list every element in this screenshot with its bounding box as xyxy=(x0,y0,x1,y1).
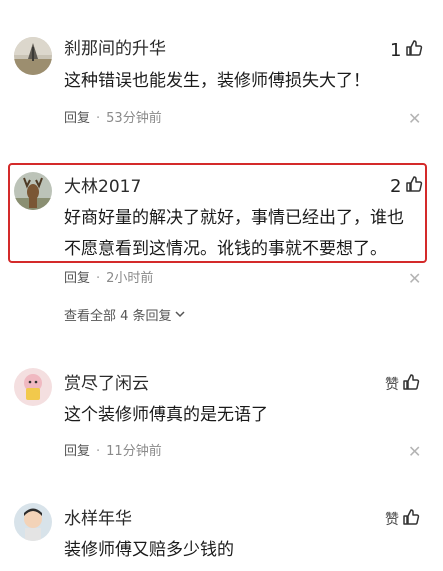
avatar[interactable] xyxy=(14,368,52,406)
reply-button[interactable]: 回复 xyxy=(64,444,90,459)
like-count: 2 xyxy=(390,176,402,197)
like-button[interactable]: 1 xyxy=(390,39,423,63)
separator-dot: · xyxy=(96,111,101,126)
comment-meta: 回复 · 2小时前 xyxy=(64,270,153,288)
like-button[interactable]: 赞 xyxy=(385,508,420,530)
comment-time: 11分钟前 xyxy=(106,444,162,459)
avatar[interactable] xyxy=(14,172,52,210)
like-count: 1 xyxy=(390,40,402,61)
separator-dot: · xyxy=(96,271,101,286)
comment-username[interactable]: 水样年华 xyxy=(64,508,132,530)
avatar[interactable] xyxy=(14,37,52,75)
comment-time: 2小时前 xyxy=(106,271,154,286)
avatar[interactable] xyxy=(14,503,52,541)
comment-text: 装修师傅又赔多少钱的 xyxy=(64,540,234,560)
comment-meta: 回复 · 11分钟前 xyxy=(64,443,162,461)
close-icon[interactable]: ✕ xyxy=(408,110,421,128)
comment-username[interactable]: 赏尽了闲云 xyxy=(64,373,149,395)
thumbs-up-icon xyxy=(402,373,420,395)
separator-dot: · xyxy=(96,444,101,459)
reply-button[interactable]: 回复 xyxy=(64,111,90,126)
comment-text: 这个装修师傅真的是无语了 xyxy=(64,405,268,425)
comment-meta: 回复 · 53分钟前 xyxy=(64,110,162,128)
chevron-down-icon xyxy=(174,308,186,326)
thumbs-up-icon xyxy=(405,39,423,63)
close-icon[interactable]: ✕ xyxy=(408,270,421,288)
view-all-label: 查看全部 4 条回复 xyxy=(64,309,172,324)
like-label: 赞 xyxy=(385,512,399,528)
comment-username[interactable]: 刹那间的升华 xyxy=(64,38,166,60)
close-icon[interactable]: ✕ xyxy=(408,443,421,461)
thumbs-up-icon xyxy=(402,508,420,530)
like-label: 赞 xyxy=(385,377,399,393)
like-button[interactable]: 赞 xyxy=(385,373,420,395)
comment-time: 53分钟前 xyxy=(106,111,162,126)
thumbs-up-icon xyxy=(405,175,423,199)
view-all-replies-button[interactable]: 查看全部 4 条回复 xyxy=(64,308,186,326)
comment-text: 这种错误也能发生，装修师傅损失大了！ xyxy=(64,71,370,91)
reply-button[interactable]: 回复 xyxy=(64,271,90,286)
comment-username[interactable]: 大林2017 xyxy=(64,176,141,198)
comment-text: 好商好量的解决了就好，事情已经出了，谁也不愿意看到这情况。讹钱的事就不要想了。 xyxy=(64,208,404,259)
like-button[interactable]: 2 xyxy=(390,175,423,199)
